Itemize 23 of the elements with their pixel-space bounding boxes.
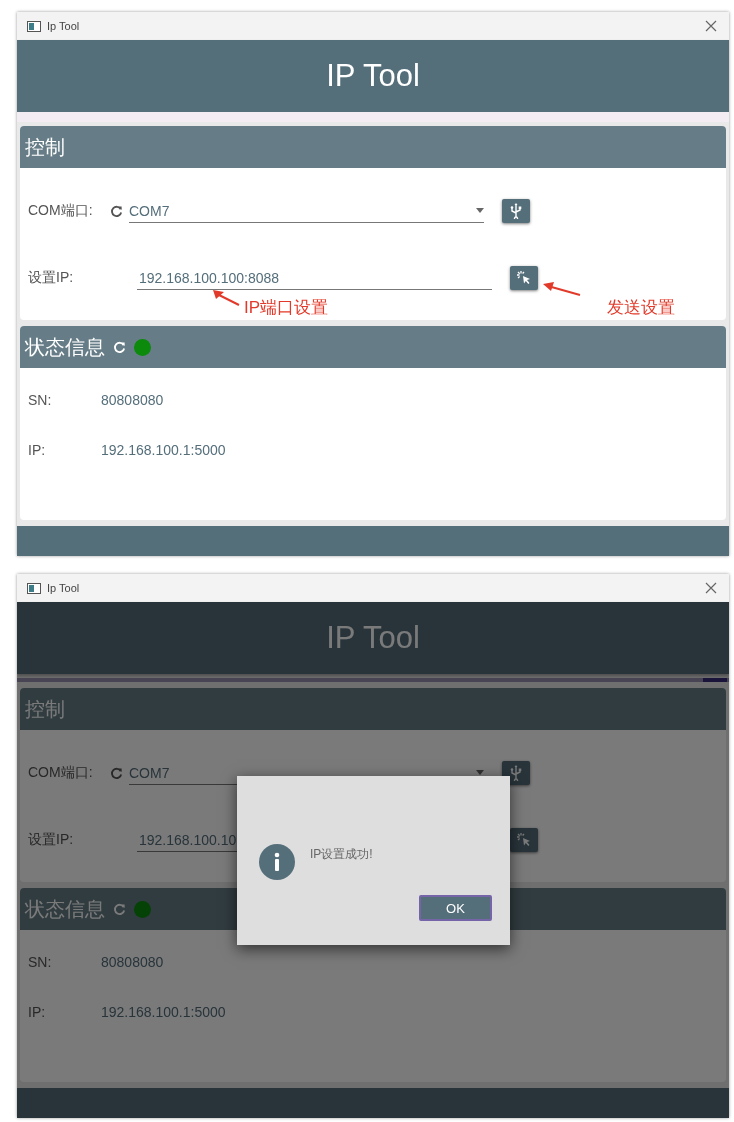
window-title: Ip Tool [47, 20, 80, 32]
panel-title: 控制 [25, 134, 65, 160]
info-value: 192.168.100.1:5000 [101, 442, 226, 458]
dialog-message: IP设置成功! [310, 846, 373, 863]
info-label: IP: [28, 1004, 47, 1020]
info-label: SN: [28, 954, 53, 970]
panel-title: 控制 [25, 696, 65, 722]
annotation-label: 发送设置 [607, 297, 675, 319]
info-value: 192.168.100.1:5000 [101, 1004, 226, 1020]
field-label: COM端口: [28, 202, 94, 220]
panel-title: 状态信息 [25, 896, 105, 922]
window-title: Ip Tool [47, 582, 80, 594]
app-title: IP Tool [326, 58, 420, 94]
field-label: 设置IP: [28, 831, 75, 849]
panel-title: 状态信息 [25, 334, 105, 360]
info-label: IP: [28, 442, 47, 458]
annotation-label: IP端口设置 [244, 297, 329, 319]
info-value: 80808080 [101, 392, 164, 408]
field-label: COM端口: [28, 764, 94, 782]
app-title: IP Tool [326, 620, 420, 656]
info-label: SN: [28, 392, 53, 408]
field-label: 设置IP: [28, 269, 75, 287]
info-value: 80808080 [101, 954, 164, 970]
